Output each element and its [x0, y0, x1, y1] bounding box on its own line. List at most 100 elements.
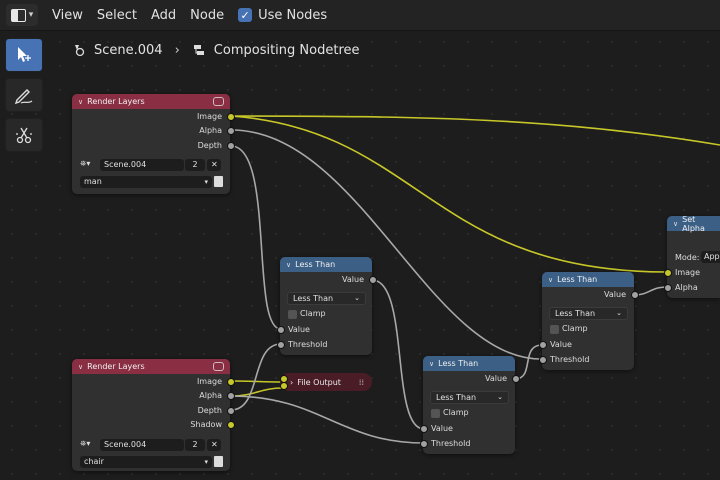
- link-rl2-alpha-to-fileout: [230, 387, 284, 397]
- socket-value-in[interactable]: [277, 326, 285, 334]
- editor-type-button[interactable]: ▾: [6, 4, 38, 26]
- chevron-down-icon[interactable]: ∨: [548, 276, 553, 284]
- link-rl1-image-to-setalpha-image: [230, 115, 668, 273]
- input-value-label: Value: [431, 424, 453, 433]
- render-layers-node-man[interactable]: ∨ Render Layers Image Alpha Depth ⛯▾ Sce…: [72, 94, 235, 194]
- socket-threshold-in[interactable]: [420, 440, 428, 448]
- socket-image-in[interactable]: [664, 269, 672, 277]
- clamp-checkbox[interactable]: [431, 409, 440, 418]
- annotate-tool-button[interactable]: [5, 78, 43, 112]
- links-cut-tool-button[interactable]: [5, 118, 43, 152]
- select-tool-button[interactable]: [5, 38, 43, 72]
- view-layer-value: man: [84, 177, 102, 186]
- node-title: Render Layers: [87, 362, 145, 371]
- operation-value: Less Than: [555, 309, 596, 318]
- output-alpha-label: Alpha: [199, 391, 222, 400]
- view-layer-dropdown[interactable]: chair ▾: [80, 456, 212, 468]
- chevron-right-icon[interactable]: ›: [290, 378, 293, 387]
- unlink-icon[interactable]: ✕: [207, 439, 221, 451]
- menu-node[interactable]: Node: [190, 8, 224, 23]
- socket-alpha-in[interactable]: [664, 284, 672, 292]
- socket-depth-out[interactable]: [227, 407, 235, 415]
- chevron-down-icon: ▾: [204, 178, 208, 186]
- chevron-down-icon: ▾: [204, 458, 208, 466]
- view-layer-dropdown[interactable]: man ▾: [80, 176, 212, 188]
- socket-value-out[interactable]: [631, 291, 639, 299]
- less-than-node-1[interactable]: ∨ Less Than Value Less Than ⌄ Clamp Valu…: [277, 257, 377, 355]
- chevron-down-icon[interactable]: ∨: [286, 261, 291, 269]
- menu-view[interactable]: View: [52, 8, 83, 23]
- input-value-label: Value: [288, 325, 310, 334]
- scene-users-count: 2: [185, 439, 205, 451]
- socket-value-in[interactable]: [420, 425, 428, 433]
- preview-icon[interactable]: [213, 362, 224, 371]
- chevron-down-icon[interactable]: ∨: [78, 98, 83, 106]
- node-header[interactable]: ∨ Set Alpha: [667, 215, 720, 233]
- clamp-checkbox[interactable]: [550, 325, 559, 334]
- scene-selector-icon[interactable]: ⛯▾: [80, 439, 90, 449]
- checkmark-icon[interactable]: ✓: [238, 8, 253, 22]
- scene-field[interactable]: Scene.004: [100, 439, 184, 451]
- mode-dropdown[interactable]: App: [701, 251, 720, 263]
- node-title: Render Layers: [87, 97, 145, 106]
- chevron-down-icon: ⌄: [497, 393, 503, 401]
- operation-value: Less Than: [436, 393, 477, 402]
- scene-field[interactable]: Scene.004: [100, 159, 184, 171]
- output-value-label: Value: [342, 275, 364, 284]
- node-options-icon[interactable]: ⁞⁞: [359, 378, 364, 387]
- chevron-down-icon[interactable]: ∨: [673, 220, 678, 228]
- use-nodes-toggle[interactable]: ✓ Use Nodes: [238, 8, 327, 23]
- socket-shadow-out[interactable]: [227, 421, 235, 429]
- less-than-node-3[interactable]: ∨ Less Than Value Less Than ⌄ Clamp Valu…: [539, 272, 639, 370]
- socket-image-in-2[interactable]: [280, 382, 288, 390]
- node-title: Less Than: [557, 275, 598, 284]
- menu-add[interactable]: Add: [151, 8, 176, 23]
- scissors-icon: [16, 127, 32, 144]
- socket-value-out[interactable]: [369, 276, 377, 284]
- node-header[interactable]: ∨ Render Layers: [72, 94, 230, 109]
- chevron-down-icon[interactable]: ∨: [78, 363, 83, 371]
- node-title: Less Than: [438, 359, 479, 368]
- output-value-label: Value: [604, 290, 626, 299]
- link-rl2-image-to-fileout: [230, 380, 284, 383]
- clamp-label: Clamp: [562, 324, 588, 333]
- set-alpha-node[interactable]: ∨ Set Alpha Mode: App Image Alpha: [664, 215, 720, 298]
- file-output-node[interactable]: › File Output ⁞⁞: [280, 373, 372, 391]
- socket-value-in[interactable]: [539, 341, 547, 349]
- render-layer-icon[interactable]: [214, 176, 223, 187]
- view-layer-value: chair: [84, 457, 104, 466]
- socket-depth-out[interactable]: [227, 142, 235, 150]
- socket-image-out[interactable]: [227, 378, 235, 386]
- socket-threshold-in[interactable]: [277, 341, 285, 349]
- output-depth-label: Depth: [197, 406, 222, 415]
- node-header[interactable]: ∨ Less Than: [280, 257, 372, 272]
- socket-value-out[interactable]: [512, 375, 520, 383]
- menu-select[interactable]: Select: [97, 8, 137, 23]
- operation-dropdown[interactable]: Less Than ⌄: [287, 292, 366, 305]
- node-header[interactable]: ∨ Less Than: [423, 356, 515, 371]
- input-threshold-label: Threshold: [288, 340, 328, 349]
- scene-selector-icon[interactable]: ⛯▾: [80, 159, 90, 169]
- socket-threshold-in[interactable]: [539, 356, 547, 364]
- breadcrumb: Scene.004 › Compositing Nodetree: [72, 40, 360, 60]
- output-shadow-label: Shadow: [190, 420, 222, 429]
- link-lt1-value-to-lt2-value: [371, 279, 425, 430]
- socket-alpha-out[interactable]: [227, 392, 235, 400]
- render-layers-node-chair[interactable]: ∨ Render Layers Image Alpha Depth Shadow…: [72, 359, 235, 471]
- chevron-down-icon[interactable]: ∨: [429, 360, 434, 368]
- chevron-down-icon: ⌄: [616, 309, 622, 317]
- less-than-node-2[interactable]: ∨ Less Than Value Less Than ⌄ Clamp Valu…: [420, 356, 520, 454]
- output-image-label: Image: [196, 112, 222, 121]
- output-alpha-label: Alpha: [199, 126, 222, 135]
- node-header[interactable]: ∨ Less Than: [542, 272, 634, 287]
- node-header[interactable]: ∨ Render Layers: [72, 359, 230, 374]
- clamp-checkbox[interactable]: [288, 310, 297, 319]
- node-editor-icon: [10, 8, 26, 22]
- socket-image-out[interactable]: [227, 113, 235, 121]
- preview-icon[interactable]: [213, 97, 224, 106]
- socket-alpha-out[interactable]: [227, 127, 235, 135]
- render-layer-icon[interactable]: [214, 456, 223, 467]
- operation-dropdown[interactable]: Less Than ⌄: [430, 391, 509, 404]
- unlink-icon[interactable]: ✕: [207, 159, 221, 171]
- operation-dropdown[interactable]: Less Than ⌄: [549, 307, 628, 320]
